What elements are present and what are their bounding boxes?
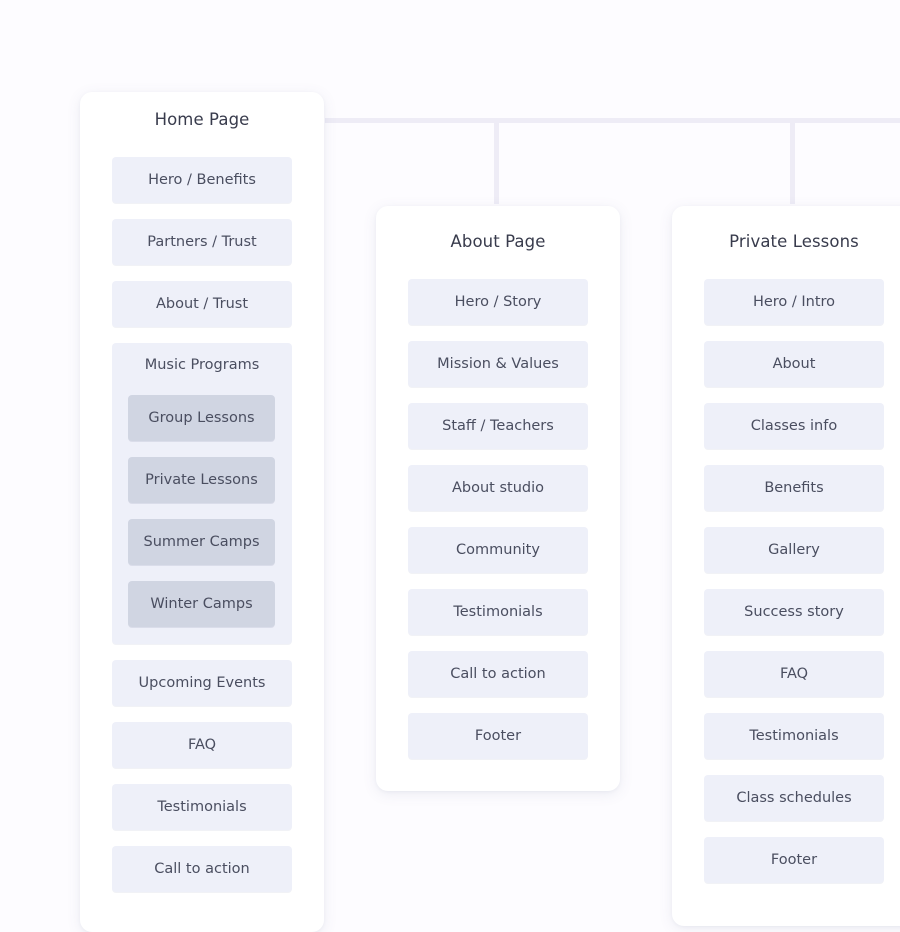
private-section-about[interactable]: About xyxy=(704,341,884,387)
home-section-testimonials[interactable]: Testimonials xyxy=(112,784,292,830)
home-page-title: Home Page xyxy=(154,110,250,129)
connector-to-about xyxy=(494,122,499,204)
private-section-gallery[interactable]: Gallery xyxy=(704,527,884,573)
home-section-hero-benefits[interactable]: Hero / Benefits xyxy=(112,157,292,203)
connector-horizontal xyxy=(325,118,900,123)
private-section-benefits[interactable]: Benefits xyxy=(704,465,884,511)
about-section-community[interactable]: Community xyxy=(408,527,588,573)
connector-to-private-lessons xyxy=(790,122,795,204)
about-section-hero-story[interactable]: Hero / Story xyxy=(408,279,588,325)
home-section-call-to-action[interactable]: Call to action xyxy=(112,846,292,892)
private-lessons-card: Private Lessons Hero / Intro About Class… xyxy=(672,206,900,926)
private-section-footer[interactable]: Footer xyxy=(704,837,884,883)
sitemap-canvas: Home Page Hero / Benefits Partners / Tru… xyxy=(0,0,900,932)
home-section-faq[interactable]: FAQ xyxy=(112,722,292,768)
home-page-card: Home Page Hero / Benefits Partners / Tru… xyxy=(80,92,324,932)
about-section-testimonials[interactable]: Testimonials xyxy=(408,589,588,635)
private-section-testimonials[interactable]: Testimonials xyxy=(704,713,884,759)
home-section-partners-trust[interactable]: Partners / Trust xyxy=(112,219,292,265)
home-section-about-trust[interactable]: About / Trust xyxy=(112,281,292,327)
about-section-footer[interactable]: Footer xyxy=(408,713,588,759)
subsection-group-lessons[interactable]: Group Lessons xyxy=(128,395,275,441)
about-section-about-studio[interactable]: About studio xyxy=(408,465,588,511)
about-page-title: About Page xyxy=(450,232,546,251)
about-section-call-to-action[interactable]: Call to action xyxy=(408,651,588,697)
about-page-card: About Page Hero / Story Mission & Values… xyxy=(376,206,620,791)
private-section-classes-info[interactable]: Classes info xyxy=(704,403,884,449)
private-section-hero-intro[interactable]: Hero / Intro xyxy=(704,279,884,325)
private-section-success-story[interactable]: Success story xyxy=(704,589,884,635)
music-programs-title: Music Programs xyxy=(144,357,260,373)
private-lessons-title: Private Lessons xyxy=(729,232,859,251)
subsection-private-lessons[interactable]: Private Lessons xyxy=(128,457,275,503)
music-programs-group[interactable]: Music Programs Group Lessons Private Les… xyxy=(112,343,292,644)
private-section-faq[interactable]: FAQ xyxy=(704,651,884,697)
subsection-summer-camps[interactable]: Summer Camps xyxy=(128,519,275,565)
subsection-winter-camps[interactable]: Winter Camps xyxy=(128,581,275,627)
private-section-class-schedules[interactable]: Class schedules xyxy=(704,775,884,821)
about-section-mission-values[interactable]: Mission & Values xyxy=(408,341,588,387)
home-section-upcoming-events[interactable]: Upcoming Events xyxy=(112,660,292,706)
about-section-staff-teachers[interactable]: Staff / Teachers xyxy=(408,403,588,449)
